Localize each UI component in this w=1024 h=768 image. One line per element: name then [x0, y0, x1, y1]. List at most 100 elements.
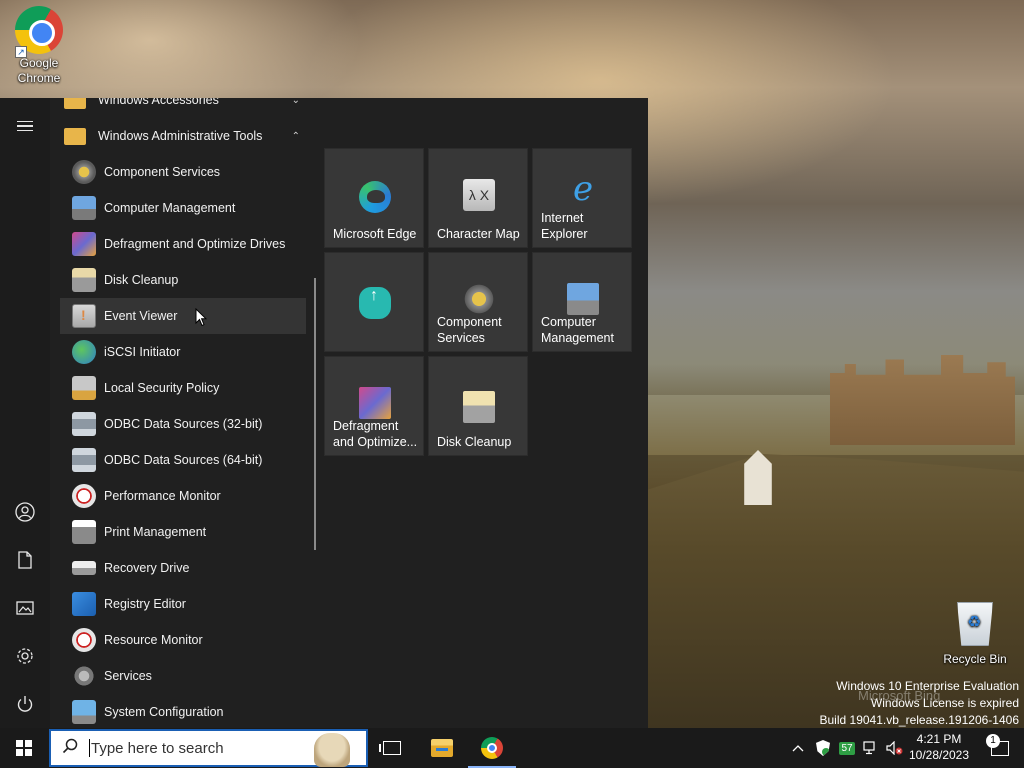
system-configuration-icon: [72, 700, 96, 724]
tile-defragment[interactable]: Defragment and Optimize...: [324, 356, 424, 456]
tile-label-line-2: Explorer: [541, 227, 588, 241]
registry-editor-icon: [72, 592, 96, 616]
print-management-icon: [72, 520, 96, 544]
app-label: Computer Management: [104, 201, 236, 215]
windows-logo-icon: [16, 740, 32, 756]
folder-windows-accessories[interactable]: Windows Accessories ⌄: [60, 98, 306, 118]
network-tray[interactable]: [860, 728, 882, 768]
app-computer-management[interactable]: Computer Management: [60, 190, 306, 226]
desktop-chrome-shortcut[interactable]: ↗ Google Chrome: [1, 6, 77, 86]
watermark-line-2: Windows License is expired: [870, 696, 1019, 710]
app-label: Recovery Drive: [104, 561, 190, 575]
app-label: Windows Administrative Tools: [98, 129, 263, 143]
app-iscsi-initiator[interactable]: iSCSI Initiator: [60, 334, 306, 370]
event-viewer-icon: [72, 304, 96, 328]
app-label: Component Services: [104, 165, 221, 179]
folder-icon: [64, 98, 86, 109]
desktop-recycle-bin[interactable]: Recycle Bin: [937, 602, 1013, 667]
taskbar-search-box[interactable]: Type here to search: [49, 729, 368, 767]
chevron-down-icon: ⌄: [291, 98, 300, 106]
recycle-bin-icon: [957, 602, 993, 646]
folder-windows-administrative-tools[interactable]: Windows Administrative Tools ⌃: [60, 118, 306, 154]
app-defragment[interactable]: Defragment and Optimize Drives: [60, 226, 306, 262]
defragment-icon: [359, 387, 391, 419]
tile-disk-cleanup[interactable]: Disk Cleanup: [428, 356, 528, 456]
app-services[interactable]: Services: [60, 658, 306, 694]
cloud-upload-icon: [359, 287, 391, 319]
task-view-button[interactable]: [368, 728, 416, 768]
app-system-configuration[interactable]: System Configuration: [60, 694, 306, 728]
tile-label-line-2: and Optimize...: [333, 435, 418, 449]
tile-computer-management[interactable]: Computer Management: [532, 252, 632, 352]
app-event-viewer[interactable]: Event Viewer: [60, 298, 306, 334]
tile-label-line-1: Internet: [541, 211, 584, 225]
computer-management-icon: [567, 283, 599, 315]
tile-label-line-2: Management: [541, 331, 614, 345]
tile-label: Internet Explorer: [541, 210, 627, 242]
defragment-icon: [72, 232, 96, 256]
app-component-services[interactable]: Component Services: [60, 154, 306, 190]
tray-badge-app[interactable]: 57: [836, 728, 858, 768]
app-label: Disk Cleanup: [104, 273, 179, 287]
shield-icon: [816, 740, 830, 756]
tray-overflow-button[interactable]: [788, 728, 808, 768]
internet-explorer-icon: e: [572, 169, 594, 209]
app-label: Registry Editor: [104, 597, 186, 611]
search-highlight-art[interactable]: [314, 733, 350, 767]
file-explorer-icon: [431, 739, 453, 757]
tile-component-services[interactable]: Component Services: [428, 252, 528, 352]
tile-character-map[interactable]: λ X Character Map: [428, 148, 528, 248]
resource-monitor-icon: [72, 628, 96, 652]
shortcut-arrow-icon: ↗: [15, 46, 27, 58]
settings-icon[interactable]: [0, 632, 50, 680]
tile-cloud-upload[interactable]: [324, 252, 424, 352]
windows-watermark: Windows 10 Enterprise Evaluation Windows…: [820, 678, 1020, 729]
app-label: iSCSI Initiator: [104, 345, 181, 359]
pictures-icon[interactable]: [0, 584, 50, 632]
clock-time: 4:21 PM: [916, 732, 962, 746]
notification-count: 1: [986, 734, 1000, 748]
performance-monitor-icon: [72, 484, 96, 508]
app-label: Local Security Policy: [104, 381, 220, 395]
app-recovery-drive[interactable]: Recovery Drive: [60, 550, 306, 586]
tile-label: Character Map: [437, 227, 520, 241]
documents-icon[interactable]: [0, 536, 50, 584]
component-services-icon: [463, 283, 495, 315]
odbc-icon: [72, 412, 96, 436]
app-performance-monitor[interactable]: Performance Monitor: [60, 478, 306, 514]
volume-muted-icon: [886, 741, 903, 755]
tile-internet-explorer[interactable]: e Internet Explorer: [532, 148, 632, 248]
power-icon[interactable]: [0, 680, 50, 728]
file-explorer-button[interactable]: [418, 728, 466, 768]
taskbar: Type here to search 57 4:21 PM 10/28/202…: [0, 728, 1024, 768]
chrome-icon: [481, 737, 503, 759]
tile-label-line-1: Defragment: [333, 419, 399, 433]
app-print-management[interactable]: Print Management: [60, 514, 306, 550]
app-registry-editor[interactable]: Registry Editor: [60, 586, 306, 622]
start-button[interactable]: [0, 728, 48, 768]
app-local-security-policy[interactable]: Local Security Policy: [60, 370, 306, 406]
hamburger-menu-icon[interactable]: [0, 102, 50, 150]
windows-security-tray[interactable]: [812, 728, 834, 768]
computer-management-icon: [72, 196, 96, 220]
search-placeholder: Type here to search: [91, 739, 224, 757]
volume-tray[interactable]: [884, 728, 906, 768]
app-odbc-32[interactable]: ODBC Data Sources (32-bit): [60, 406, 306, 442]
user-icon[interactable]: [0, 488, 50, 536]
app-disk-cleanup[interactable]: Disk Cleanup: [60, 262, 306, 298]
app-odbc-64[interactable]: ODBC Data Sources (64-bit): [60, 442, 306, 478]
app-label: Windows Accessories: [98, 98, 219, 107]
app-label: ODBC Data Sources (64-bit): [104, 453, 263, 467]
taskbar-clock[interactable]: 4:21 PM 10/28/2023: [904, 731, 974, 763]
tile-label-line-1: Component: [437, 315, 502, 329]
action-center-button[interactable]: 1: [976, 728, 1024, 768]
app-resource-monitor[interactable]: Resource Monitor: [60, 622, 306, 658]
tile-label: Disk Cleanup: [437, 435, 512, 449]
chrome-taskbar-button[interactable]: [468, 728, 516, 768]
local-security-policy-icon: [72, 376, 96, 400]
watermark-line-1: Windows 10 Enterprise Evaluation: [836, 679, 1019, 693]
app-list-scrollbar[interactable]: [314, 278, 316, 550]
tile-microsoft-edge[interactable]: Microsoft Edge: [324, 148, 424, 248]
desktop-chrome-label-1: Google: [19, 56, 59, 70]
tile-label-line-2: Services: [437, 331, 485, 345]
